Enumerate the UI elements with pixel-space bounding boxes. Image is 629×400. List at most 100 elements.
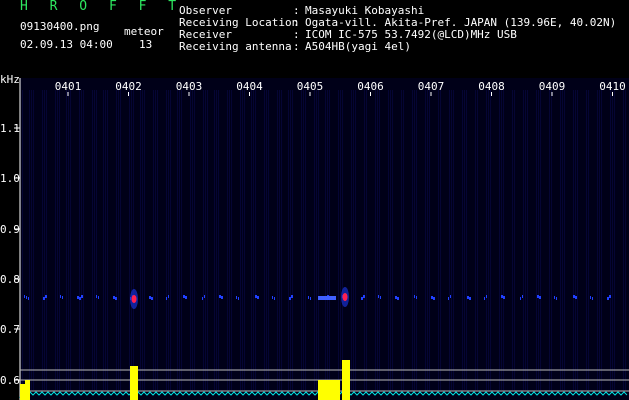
carrier-dot [414,295,415,298]
noise-column [120,90,121,390]
x-tick-label: 0410 [599,80,626,93]
noise-column [140,90,141,390]
x-tick-label: 0409 [539,80,566,93]
noise-column [503,90,504,390]
noise-column [551,90,552,390]
noise-column [523,90,524,390]
noise-column [144,90,145,390]
x-tick-label: 0405 [297,80,324,93]
noise-column [525,90,526,390]
noise-column [623,90,624,390]
carrier-dot [310,297,311,300]
noise-column [96,90,97,390]
level-bar [318,380,340,400]
spectrogram: kHz 1.1 1.0 0.9 0.8 0.7 0.6 0401 0402 0403 0404 040… [0,73,629,400]
noise-column [279,90,280,390]
y-axis-unit-label: kHz [0,73,20,86]
noise-column [586,90,587,390]
noise-column [325,90,326,390]
carrier-dot [98,296,99,299]
x-tick-label: 0407 [418,80,445,93]
carrier-dot [28,297,29,300]
noise-column [264,90,265,390]
carrier-dot [522,295,523,298]
carrier-dot [81,295,83,298]
noise-column [314,90,315,390]
noise-column [266,90,267,390]
noise-column [536,90,537,390]
carrier-dot [361,297,363,300]
noise-column [290,90,291,390]
noise-column [107,90,108,390]
carrier-dot [62,296,63,299]
carrier-dot [397,297,399,300]
noise-column [46,90,47,390]
carrier-dot [501,295,503,298]
y-tick-label: 1.0 [0,172,20,185]
level-bar [342,360,350,400]
y-tick-label: 0.6 [0,374,20,387]
noise-column [155,90,156,390]
x-tick-label: 0402 [115,80,142,93]
noise-column [83,90,84,390]
carrier-dot [77,296,79,299]
carrier-dot [554,296,555,299]
noise-column [33,90,34,390]
noise-column [466,90,467,390]
noise-column [364,90,365,390]
noise-column [416,90,417,390]
carrier-dot [448,297,449,300]
noise-column [207,90,208,390]
noise-column [451,90,452,390]
carrier-dot [219,295,221,298]
carrier-dot [236,296,237,299]
noise-column [170,90,171,390]
noise-column [388,90,389,390]
noise-column [277,90,278,390]
carrier-dot [469,297,471,300]
noise-column [216,90,217,390]
noise-column [560,90,561,390]
noise-column [203,90,204,390]
noise-column [244,90,245,390]
noise-column [92,90,93,390]
noise-column [229,90,230,390]
noise-column [449,90,450,390]
noise-column [166,90,167,390]
meteor-echo-core [342,293,348,301]
noise-column [118,90,119,390]
noise-column [477,90,478,390]
level-bar [130,366,138,400]
noise-column [366,90,367,390]
noise-column [281,90,282,390]
carrier-dot [520,297,521,300]
noise-column [338,90,339,390]
carrier-dot [185,296,187,299]
x-tick-label: 0406 [357,80,384,93]
noise-column [379,90,380,390]
noise-column [242,90,243,390]
noise-column [133,90,134,390]
noise-column [355,90,356,390]
carrier-dot [291,295,293,298]
noise-column [490,90,491,390]
carrier-dot [43,297,45,300]
noise-column [181,90,182,390]
carrier-dot [149,296,151,299]
noise-column [475,90,476,390]
noise-column [514,90,515,390]
noise-column [240,90,241,390]
noise-column [116,90,117,390]
spectrogram-screen: H R O F F T 09130400.png 02.09.13 04:00 … [0,0,629,400]
carrier-dot [590,296,591,299]
noise-column [564,90,565,390]
carrier-dot [503,296,505,299]
spectrogram-background [20,78,629,400]
noise-column [588,90,589,390]
noise-column [414,90,415,390]
x-tick-label: 0403 [176,80,203,93]
level-bar [25,380,30,400]
noise-column [499,90,500,390]
carrier-dot [183,295,185,298]
noise-column [192,90,193,390]
